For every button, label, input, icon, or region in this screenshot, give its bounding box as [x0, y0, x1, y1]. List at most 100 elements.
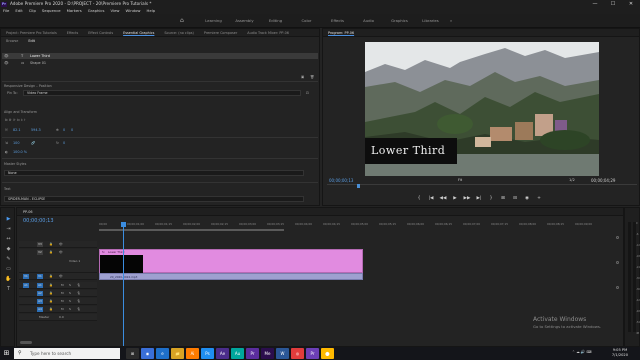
workspace-editing[interactable]: Editing — [260, 14, 291, 28]
mute-button[interactable]: M — [61, 307, 64, 312]
audio-clip[interactable]: 20_2020-0024.mp3 — [99, 273, 363, 280]
layer-item[interactable]: 👁 T Lower Third — [2, 53, 318, 59]
extract-button[interactable]: ⊟ — [509, 195, 521, 202]
taskbar-app-icon[interactable]: e — [156, 348, 169, 359]
selection-tool-icon[interactable]: ▶ — [5, 216, 12, 223]
close-button[interactable]: ✕ — [622, 0, 640, 8]
go-to-in-button[interactable]: |◀ — [425, 195, 437, 202]
tab-premiere-composer[interactable]: Premiere Composer — [199, 29, 242, 36]
program-timecode[interactable]: 00;00;00;13 — [329, 178, 353, 183]
system-tray-icons[interactable]: ⌃ ☁ 🔊 ⌨ — [572, 350, 592, 354]
tab-effects[interactable]: Effects — [62, 29, 84, 36]
taskbar-app-icon[interactable]: Ps — [201, 348, 214, 359]
taskbar-app-icon[interactable]: ⬤ — [321, 348, 334, 359]
program-playhead[interactable] — [357, 184, 360, 188]
tab-project[interactable]: Project: Premiere Pro Tutorials — [1, 29, 62, 36]
align-left-icon[interactable]: ⊫ ⊪ ⊩ ⊨ ⊧ ⊦ — [5, 118, 26, 122]
step-forward-button[interactable]: ▶▶ — [461, 195, 473, 202]
taskbar-app-icon[interactable]: ⊞ — [126, 348, 139, 359]
taskbar-app-icon[interactable]: ◎ — [291, 348, 304, 359]
playhead-line[interactable] — [123, 222, 124, 346]
timeline-timecode[interactable]: 00;00;00;13 — [23, 218, 54, 224]
lift-button[interactable]: ⊞ — [497, 195, 509, 202]
export-frame-button[interactable]: ◉ — [521, 195, 533, 202]
home-icon[interactable]: ⌂ — [180, 17, 188, 24]
mark-out-button[interactable]: } — [485, 195, 497, 202]
mute-button[interactable]: M — [61, 299, 64, 304]
work-area-bar[interactable] — [99, 229, 284, 231]
eye-icon[interactable]: 👁 — [4, 60, 9, 66]
button-editor-button[interactable]: + — [533, 195, 545, 202]
step-back-button[interactable]: ◀◀ — [437, 195, 449, 202]
system-clock[interactable]: 9:05 PM 7/1/2020 — [612, 348, 628, 358]
track-label[interactable]: A2 — [37, 291, 43, 296]
master-volume[interactable]: 0.0 — [59, 315, 64, 320]
subtab-browse[interactable]: Browse — [1, 38, 23, 45]
taskbar-app-icon[interactable]: Pr — [306, 348, 319, 359]
pen-tool-icon[interactable]: ✎ — [5, 256, 12, 263]
track-label[interactable]: V1 — [37, 274, 43, 279]
go-to-out-button[interactable]: ▶| — [473, 195, 485, 202]
eye-icon[interactable]: 👁 — [59, 250, 63, 255]
lock-icon[interactable]: 🔒 — [49, 299, 53, 304]
taskbar-app-icon[interactable]: ◉ — [141, 348, 154, 359]
taskbar-app-icon[interactable]: Pr — [246, 348, 259, 359]
mark-in-button[interactable]: { — [413, 195, 425, 202]
hand-tool-icon[interactable]: ✋ — [5, 276, 12, 283]
workspace-learning[interactable]: Learning — [198, 14, 229, 28]
new-layer-icon[interactable]: ▣ — [301, 75, 304, 79]
taskbar-search[interactable]: ⚲ Type here to search — [14, 348, 120, 359]
eye-icon[interactable]: 👁 — [59, 274, 63, 279]
pin-target-icon[interactable]: ⊡ — [306, 91, 309, 95]
mic-icon[interactable]: 🎙 — [77, 291, 81, 296]
anchor-x-value[interactable]: 0 — [63, 128, 65, 132]
tab-essential-graphics[interactable]: Essential Graphics — [118, 29, 159, 36]
zoom-fit-dropdown[interactable]: Fit — [458, 178, 462, 182]
taskbar-app-icon[interactable]: Me — [261, 348, 274, 359]
lock-icon[interactable]: 🔒 — [49, 274, 53, 279]
tab-program[interactable]: Program: PP-06 — [323, 29, 359, 36]
taskbar-app-icon[interactable]: Ae — [216, 348, 229, 359]
taskbar-app-icon[interactable]: Au — [231, 348, 244, 359]
solo-button[interactable]: S — [69, 283, 71, 288]
track-label[interactable]: A3 — [37, 299, 43, 304]
track-label[interactable]: V3 — [37, 242, 43, 247]
program-video-frame[interactable]: Lower Third — [365, 42, 599, 176]
lock-icon[interactable]: 🔒 — [49, 307, 53, 312]
graphic-clip-lower-third[interactable]: fx Lower Third — [99, 249, 363, 273]
lock-icon[interactable]: 🔒 — [49, 250, 53, 255]
rotation-value[interactable]: 0 — [63, 141, 65, 145]
lock-icon[interactable]: 🔒 — [49, 283, 53, 288]
type-tool-icon[interactable]: T — [5, 286, 12, 293]
scale-value[interactable]: 100 — [13, 141, 19, 145]
windows-start-icon[interactable]: ⊞ — [2, 349, 11, 358]
mute-button[interactable]: M — [61, 291, 64, 296]
workspace-more-button[interactable]: » — [446, 14, 456, 28]
master-styles-dropdown[interactable]: None — [4, 170, 304, 176]
maximize-button[interactable]: ☐ — [604, 0, 622, 8]
tab-effect-controls[interactable]: Effect Controls — [83, 29, 118, 36]
position-y-value[interactable]: 594.3 — [31, 128, 41, 132]
lock-icon[interactable]: 🔒 — [49, 242, 53, 247]
track-zoom-scrollbar[interactable] — [616, 236, 619, 336]
layer-item[interactable]: 👁 ▭ Shape 01 — [2, 60, 318, 66]
workspace-graphics[interactable]: Graphics — [384, 14, 415, 28]
resolution-dropdown[interactable]: 1/2 — [569, 178, 575, 182]
solo-button[interactable]: S — [69, 307, 71, 312]
lock-icon[interactable]: 🔒 — [49, 291, 53, 296]
scroll-thumb[interactable] — [20, 341, 32, 344]
track-label[interactable]: A4 — [37, 307, 43, 312]
workspace-libraries[interactable]: Libraries — [415, 14, 446, 28]
mic-icon[interactable]: 🎙 — [77, 307, 81, 312]
solo-button[interactable]: S — [69, 299, 71, 304]
subtab-edit[interactable]: Edit — [23, 38, 40, 45]
timeline-horizontal-scrollbar[interactable] — [20, 340, 620, 344]
position-x-value[interactable]: 82.1 — [13, 128, 21, 132]
font-dropdown[interactable]: SPIDER-MAN - ECLIPSE — [4, 196, 304, 202]
eye-icon[interactable]: 👁 — [4, 53, 9, 59]
taskbar-app-icon[interactable]: W — [276, 348, 289, 359]
rectangle-tool-icon[interactable]: ▭ — [5, 266, 12, 273]
opacity-value[interactable]: 100.0 % — [13, 150, 27, 154]
anchor-y-value[interactable]: 0 — [71, 128, 73, 132]
workspace-audio[interactable]: Audio — [353, 14, 384, 28]
